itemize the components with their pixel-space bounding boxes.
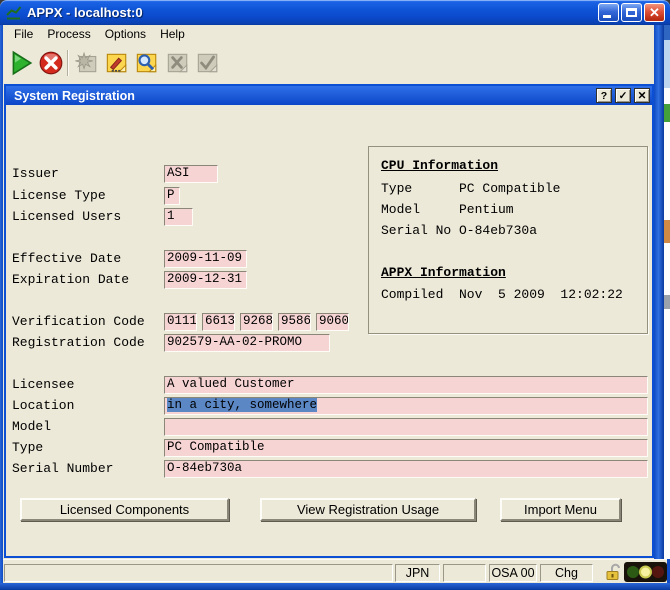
close-button[interactable]: ✕: [644, 3, 665, 22]
status-message-cell: [4, 564, 393, 582]
expiration-date-field[interactable]: 2009-12-31: [164, 271, 247, 289]
maximize-button[interactable]: [621, 3, 642, 22]
dialog-title: System Registration: [14, 88, 135, 103]
appx-compiled-row: Compiled Nov 5 2009 12:02:22: [381, 287, 623, 302]
appx-info-heading: APPX Information: [381, 265, 506, 280]
issuer-field[interactable]: ASI: [164, 165, 218, 183]
run-icon[interactable]: [7, 49, 35, 77]
window-border-bottom: [0, 583, 670, 590]
registration-code-field[interactable]: 902579-AA-02-PROMO: [164, 334, 330, 352]
add-record-icon: [72, 49, 100, 77]
status-language-cell: JPN: [395, 564, 440, 582]
status-bar: JPN OSA 00 Chg: [3, 559, 667, 583]
red-light: [652, 566, 664, 578]
type-field[interactable]: PC Compatible: [164, 439, 648, 457]
model-label: Model: [12, 419, 52, 434]
dialog-ok-button[interactable]: ✓: [615, 88, 631, 103]
window-border-left: [0, 25, 3, 583]
expiration-date-label: Expiration Date: [12, 272, 130, 287]
green-light: [627, 566, 639, 578]
background-window-sliver: [664, 25, 670, 559]
toolbar: [3, 43, 654, 84]
status-empty-cell: [443, 564, 486, 582]
appx-window: APPX - localhost:0 ✕ File Process Option…: [0, 0, 670, 590]
status-traffic-light: [624, 562, 667, 587]
dialog-close-button[interactable]: ✕: [634, 88, 650, 103]
cancel-icon[interactable]: [37, 49, 65, 77]
licensee-label: Licensee: [12, 377, 75, 392]
menu-bar: File Process Options Help: [3, 25, 654, 43]
verification-code-label: Verification Code: [12, 314, 145, 329]
cpu-model-row: Model Pentium: [381, 202, 514, 217]
menu-file[interactable]: File: [7, 25, 40, 43]
import-menu-button[interactable]: Import Menu: [500, 498, 621, 521]
cpu-type-row: Type PC Compatible: [381, 181, 561, 196]
location-field[interactable]: in a city, somewhere: [164, 397, 648, 415]
edit-record-icon[interactable]: [102, 49, 130, 77]
verification-code-field-2[interactable]: 6613: [202, 313, 235, 331]
info-box: CPU Information Type PC Compatible Model P…: [368, 146, 648, 334]
cpu-serial-row: Serial No O-84eb730a: [381, 223, 538, 238]
delete-record-icon: [163, 49, 191, 77]
minimize-button[interactable]: [598, 3, 619, 22]
menu-process[interactable]: Process: [40, 25, 97, 43]
effective-date-label: Effective Date: [12, 251, 122, 266]
verification-code-field-5[interactable]: 9060: [316, 313, 349, 331]
yellow-light: [641, 567, 650, 577]
app-icon: [5, 4, 22, 21]
commit-record-icon: [193, 49, 221, 77]
license-type-field[interactable]: P: [164, 187, 180, 205]
issuer-label: Issuer: [12, 166, 59, 181]
view-registration-usage-button[interactable]: View Registration Usage: [260, 498, 476, 521]
dialog-help-button[interactable]: ?: [596, 88, 612, 103]
verification-code-field-4[interactable]: 9586: [278, 313, 311, 331]
toolbar-separator: [67, 50, 69, 76]
registration-code-label: Registration Code: [12, 335, 145, 350]
serial-number-field[interactable]: O-84eb730a: [164, 460, 648, 478]
licensed-components-button[interactable]: Licensed Components: [20, 498, 229, 521]
cpu-info-heading: CPU Information: [381, 158, 499, 173]
status-osa-cell: OSA 00: [489, 564, 537, 582]
window-border-right: [654, 25, 664, 559]
window-titlebar: APPX - localhost:0 ✕: [0, 0, 670, 25]
location-selected-text: in a city, somewhere: [167, 398, 318, 412]
type-label: Type: [12, 440, 44, 455]
verification-code-field-3[interactable]: 9268: [240, 313, 273, 331]
system-registration-dialog: System Registration ? ✓ ✕ Issuer License…: [4, 84, 654, 558]
view-record-icon[interactable]: [132, 49, 160, 77]
verification-code-field-1[interactable]: 0111: [164, 313, 197, 331]
status-chg-cell: Chg: [540, 564, 593, 582]
model-field[interactable]: [164, 418, 648, 436]
licensed-users-label: Licensed Users: [12, 209, 122, 224]
location-label: Location: [12, 398, 75, 413]
menu-options[interactable]: Options: [98, 25, 153, 43]
licensee-field[interactable]: A valued Customer: [164, 376, 648, 394]
menu-help[interactable]: Help: [153, 25, 192, 43]
window-title: APPX - localhost:0: [27, 5, 143, 20]
license-type-label: License Type: [12, 188, 106, 203]
effective-date-field[interactable]: 2009-11-09: [164, 250, 247, 268]
dialog-titlebar: System Registration: [6, 86, 652, 105]
licensed-users-field[interactable]: 1: [164, 208, 193, 226]
lock-open-icon: [604, 563, 622, 586]
serial-number-label: Serial Number: [12, 461, 114, 476]
